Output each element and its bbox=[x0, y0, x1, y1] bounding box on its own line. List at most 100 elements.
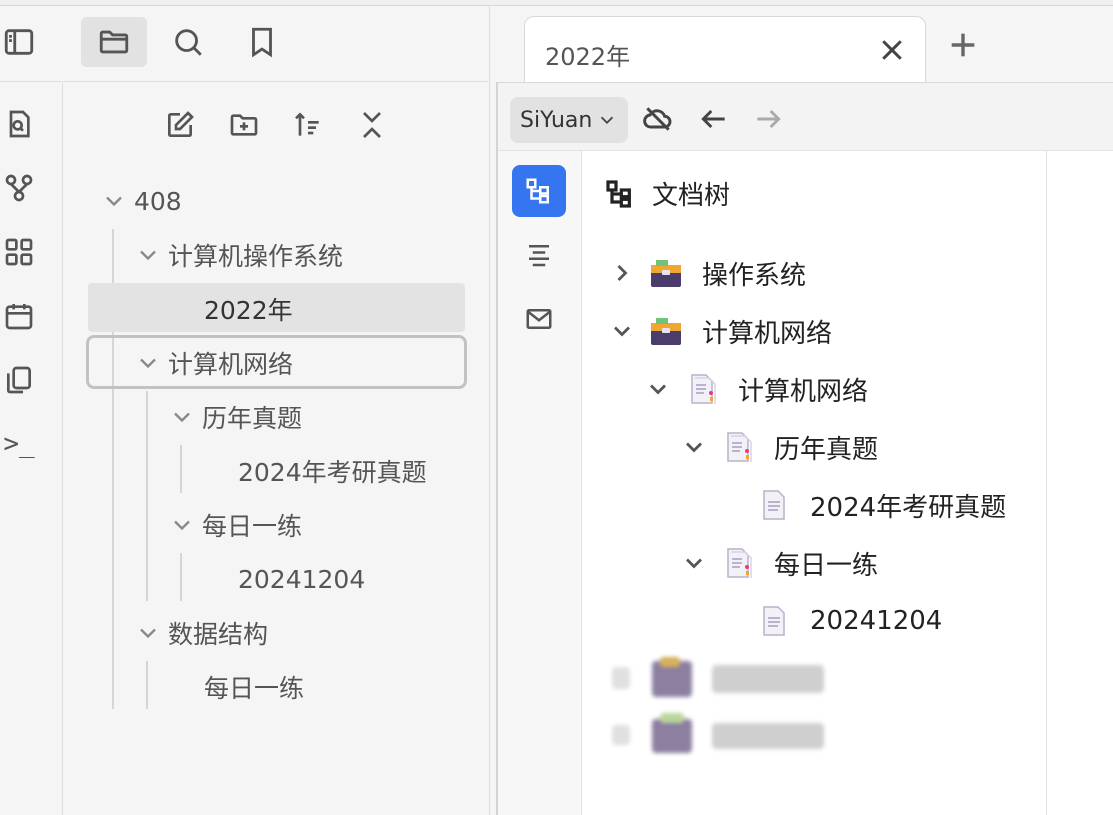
add-tab-button[interactable] bbox=[946, 28, 980, 62]
editor-pane: 2022年 SiYuan 文档树 操作系统 计算机网络 计算机网络 历年真题 2… bbox=[489, 6, 1113, 815]
chevron-right-icon[interactable] bbox=[608, 259, 636, 287]
doc-tree-row[interactable]: 每日一练 bbox=[680, 541, 878, 585]
document-icon bbox=[756, 603, 792, 639]
chevron-down-icon[interactable] bbox=[134, 349, 162, 377]
cloud-off-button[interactable] bbox=[642, 103, 674, 135]
doc-tree-row-label: 计算机网络 bbox=[738, 376, 869, 407]
tree-row-label: 2022年 bbox=[204, 296, 293, 325]
chevron-down-icon[interactable] bbox=[134, 619, 162, 647]
notebook-icon bbox=[648, 255, 684, 291]
tree-row-label: 20241204 bbox=[238, 564, 366, 594]
notebook-selector[interactable]: SiYuan bbox=[510, 97, 629, 143]
file-tree-panel: 408 计算机操作系统 2022年 计算机网络 历年真题 2024年考研真题 每… bbox=[64, 83, 488, 815]
notebook-icon bbox=[648, 313, 684, 349]
panel-divider bbox=[1046, 151, 1047, 815]
doc-tree-panel: 文档树 操作系统 计算机网络 计算机网络 历年真题 2024年考研真题 每日一练… bbox=[582, 151, 1046, 815]
tree-row-label: 数据结构 bbox=[168, 620, 269, 649]
doc-tree-row[interactable]: 2024年考研真题 bbox=[756, 483, 1006, 527]
doc-tree-icon bbox=[606, 179, 631, 208]
tree-row[interactable]: 20241204 bbox=[238, 555, 365, 603]
side-rail: >_ bbox=[0, 83, 63, 815]
doc-tree-row[interactable]: 历年真题 bbox=[680, 425, 878, 469]
doc-tree-row[interactable]: 20241204 bbox=[756, 599, 942, 643]
new-folder-icon bbox=[230, 114, 258, 136]
chevron-down-icon[interactable] bbox=[168, 511, 196, 539]
cloud-off-icon bbox=[643, 107, 672, 131]
tree-row[interactable]: 每日一练 bbox=[204, 663, 304, 711]
forward-button[interactable] bbox=[752, 103, 784, 135]
sort-button[interactable] bbox=[288, 105, 328, 145]
folder-icon bbox=[99, 30, 129, 54]
copy-icon bbox=[7, 366, 31, 394]
tree-row-label: 2024年考研真题 bbox=[238, 458, 427, 487]
document-stack-icon bbox=[720, 545, 756, 581]
tree-row-label: 每日一练 bbox=[204, 674, 305, 703]
tree-row[interactable]: 2024年考研真题 bbox=[238, 447, 427, 495]
chevron-down-icon[interactable] bbox=[134, 241, 162, 269]
doc-tree-title: 文档树 bbox=[604, 175, 730, 212]
doc-tree-row-label: 每日一练 bbox=[774, 550, 879, 581]
search-doc-button[interactable] bbox=[2, 107, 36, 141]
tab-2022[interactable]: 2022年 bbox=[524, 16, 926, 82]
doc-tree-row[interactable]: 计算机网络 bbox=[644, 367, 868, 411]
chevron-down-icon[interactable] bbox=[680, 549, 708, 577]
tree-row-label: 每日一练 bbox=[202, 512, 303, 541]
copy-button[interactable] bbox=[2, 363, 36, 397]
bookmark-icon bbox=[252, 27, 272, 58]
redacted-row[interactable] bbox=[608, 713, 838, 757]
tree-row[interactable]: 历年真题 bbox=[168, 393, 302, 441]
plus-icon bbox=[951, 33, 975, 57]
document-content: SiYuan 文档树 操作系统 计算机网络 计算机网络 历年真题 2024年考研… bbox=[496, 82, 1113, 815]
graph-button[interactable] bbox=[2, 171, 36, 205]
chevron-down-icon bbox=[601, 116, 614, 125]
back-button[interactable] bbox=[698, 103, 730, 135]
outline-dock-button[interactable] bbox=[512, 229, 566, 281]
tree-row-label: 计算机网络 bbox=[168, 350, 294, 379]
tree-row[interactable]: 计算机网络 bbox=[134, 339, 293, 387]
apps-button[interactable] bbox=[2, 235, 36, 269]
doc-tree-row-label: 计算机网络 bbox=[702, 318, 833, 349]
close-icon[interactable] bbox=[877, 35, 907, 65]
chevron-down-icon[interactable] bbox=[608, 317, 636, 345]
tree-row-selected[interactable]: 2022年 bbox=[204, 285, 293, 333]
collapse-all-button[interactable] bbox=[352, 105, 392, 145]
tree-row[interactable]: 408 bbox=[100, 177, 182, 225]
calendar-button[interactable] bbox=[2, 299, 36, 333]
inbox-dock-button[interactable] bbox=[512, 293, 566, 345]
graph-icon bbox=[5, 174, 33, 202]
chevron-down-icon[interactable] bbox=[168, 403, 196, 431]
tree-row[interactable]: 计算机操作系统 bbox=[134, 231, 343, 279]
redacted-row[interactable] bbox=[608, 657, 838, 701]
sidebar-toggle-icon bbox=[4, 29, 34, 55]
sidebar-toggle-button[interactable] bbox=[0, 17, 52, 67]
tree-guide bbox=[180, 553, 182, 601]
doc-tree-dock-button[interactable] bbox=[512, 165, 566, 217]
mail-icon bbox=[526, 309, 552, 329]
terminal-icon: >_ bbox=[3, 429, 35, 459]
search-button[interactable] bbox=[155, 17, 221, 67]
new-doc-button[interactable] bbox=[160, 105, 200, 145]
dock-rail bbox=[498, 151, 582, 815]
tree-guide bbox=[146, 661, 148, 709]
doc-tree-row[interactable]: 操作系统 bbox=[608, 251, 806, 295]
tree-row-label: 408 bbox=[134, 186, 182, 216]
outline-icon bbox=[529, 245, 549, 267]
chevron-down-icon[interactable] bbox=[100, 187, 128, 215]
app-window: >_ 408 计算机操作系统 2022年 计算机网络 历年真题 2024年考研真… bbox=[0, 0, 1113, 815]
tree-guide bbox=[180, 445, 182, 493]
doc-tree-row-label: 操作系统 bbox=[702, 260, 807, 291]
chevron-down-icon[interactable] bbox=[644, 375, 672, 403]
notebook-label: SiYuan bbox=[520, 107, 593, 133]
document-stack-icon bbox=[720, 429, 756, 465]
collapse-all-icon bbox=[363, 112, 381, 138]
chevron-down-icon[interactable] bbox=[680, 433, 708, 461]
new-folder-button[interactable] bbox=[224, 105, 264, 145]
file-tree-button[interactable] bbox=[81, 17, 147, 67]
tree-guide bbox=[146, 391, 148, 601]
calendar-icon bbox=[5, 304, 33, 330]
tree-row[interactable]: 数据结构 bbox=[134, 609, 268, 657]
doc-tree-row[interactable]: 计算机网络 bbox=[608, 309, 832, 353]
bookmark-button[interactable] bbox=[229, 17, 295, 67]
tree-row[interactable]: 每日一练 bbox=[168, 501, 302, 549]
terminal-button[interactable]: >_ bbox=[2, 427, 36, 461]
